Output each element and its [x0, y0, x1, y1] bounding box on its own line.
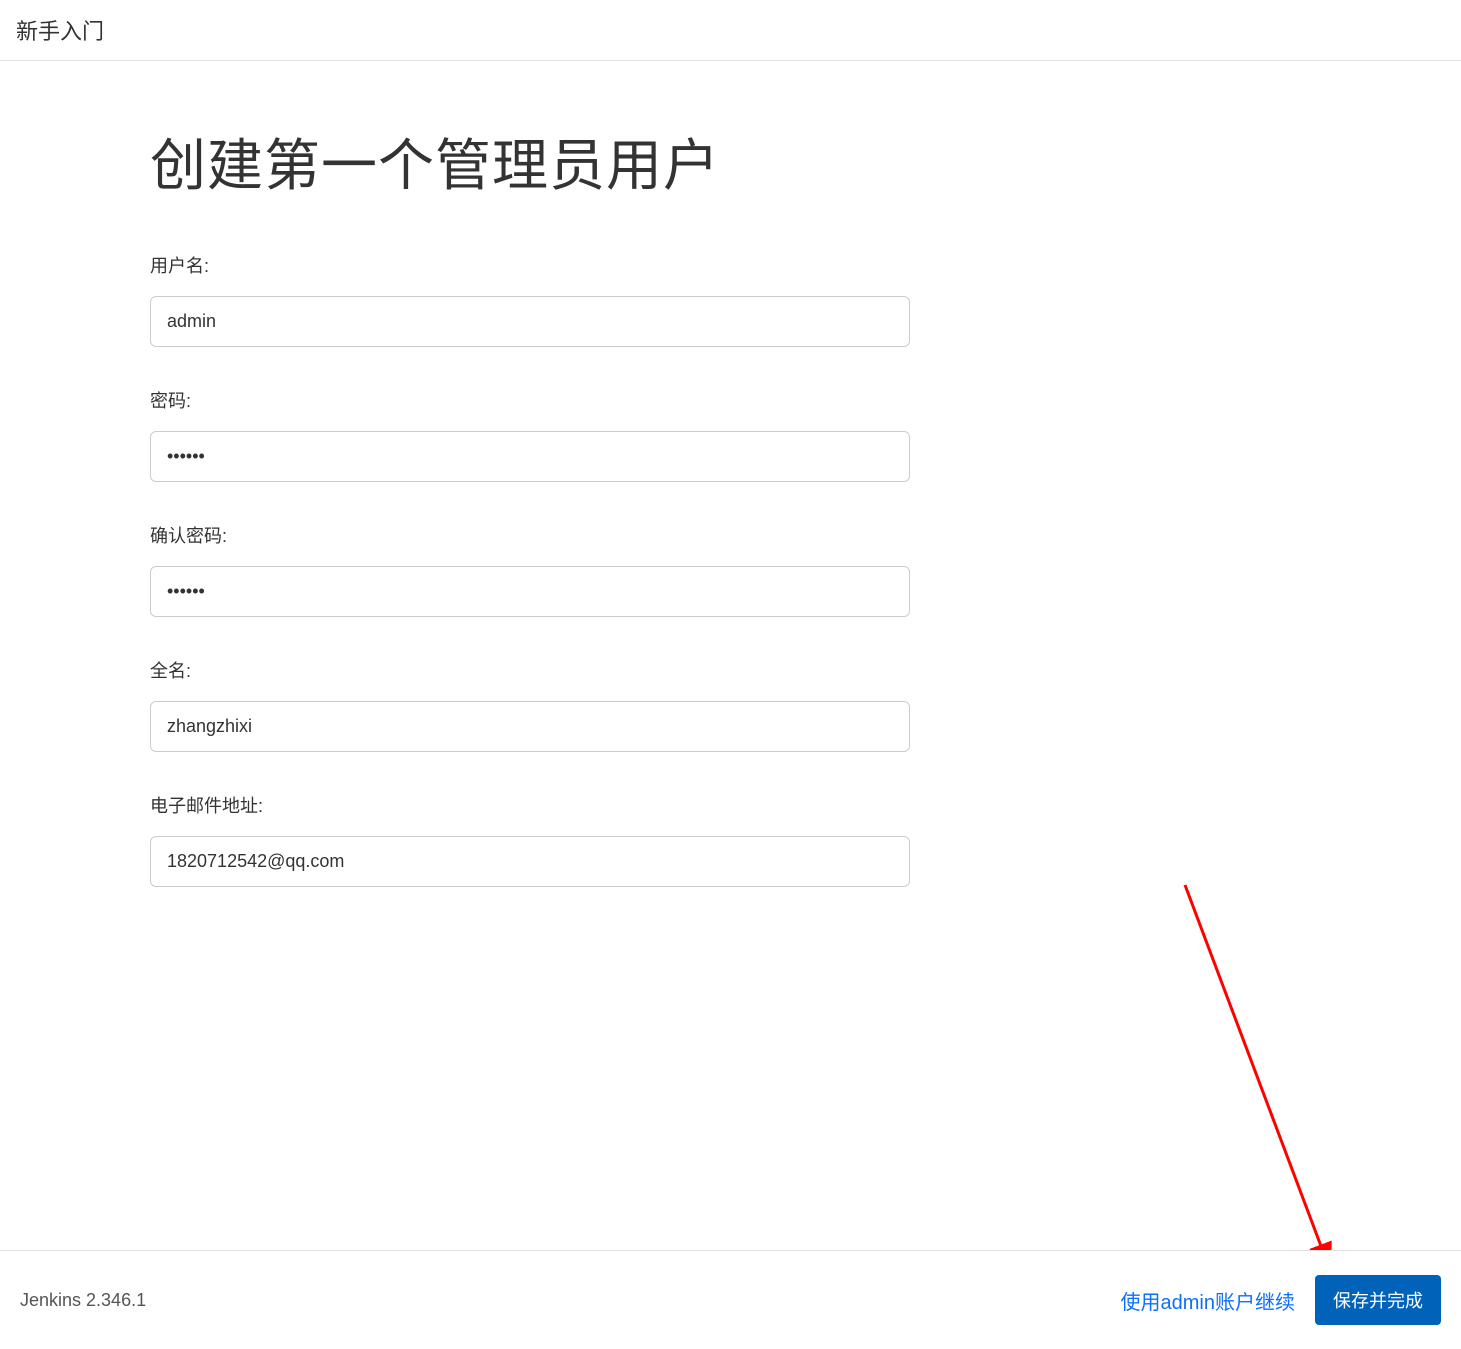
footer-bar: Jenkins 2.346.1 使用admin账户继续 保存并完成 — [0, 1250, 1461, 1349]
skip-admin-link[interactable]: 使用admin账户继续 — [1121, 1286, 1295, 1315]
confirm-password-input[interactable] — [150, 566, 910, 617]
email-input[interactable] — [150, 836, 910, 887]
password-label: 密码: — [150, 387, 1010, 413]
username-label: 用户名: — [150, 252, 1010, 278]
annotation-arrow-icon — [1180, 880, 1380, 1300]
password-input[interactable] — [150, 431, 910, 482]
save-and-finish-button[interactable]: 保存并完成 — [1315, 1275, 1441, 1325]
form-group-email: 电子邮件地址: — [150, 792, 1010, 887]
page-title: 创建第一个管理员用户 — [150, 121, 1010, 202]
fullname-label: 全名: — [150, 657, 1010, 683]
header-bar: 新手入门 — [0, 0, 1461, 61]
email-label: 电子邮件地址: — [150, 792, 1010, 818]
username-input[interactable] — [150, 296, 910, 347]
version-text: Jenkins 2.346.1 — [20, 1290, 146, 1311]
form-group-password: 密码: — [150, 387, 1010, 482]
form-group-fullname: 全名: — [150, 657, 1010, 752]
form-group-username: 用户名: — [150, 252, 1010, 347]
main-content: 创建第一个管理员用户 用户名: 密码: 确认密码: 全名: 电子邮件地址: — [0, 61, 1160, 887]
fullname-input[interactable] — [150, 701, 910, 752]
form-group-confirm-password: 确认密码: — [150, 522, 1010, 617]
header-title: 新手入门 — [16, 19, 104, 44]
confirm-password-label: 确认密码: — [150, 522, 1010, 548]
footer-actions: 使用admin账户继续 保存并完成 — [1121, 1275, 1441, 1325]
